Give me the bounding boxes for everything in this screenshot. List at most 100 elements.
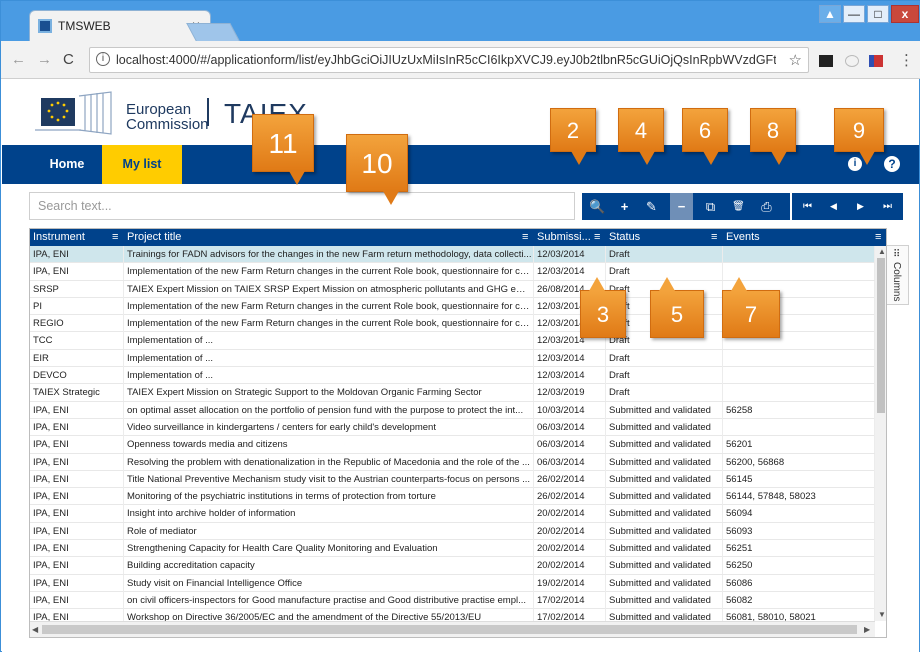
info-icon[interactable]: i [96, 52, 110, 66]
maximize-button[interactable]: □ [867, 5, 889, 23]
address-bar[interactable]: i localhost:4000/#/applicationform/list/… [89, 47, 809, 73]
menu-kebab-icon[interactable]: ⋮ [899, 51, 914, 69]
close-button[interactable]: x [891, 5, 919, 23]
prev-page-icon[interactable]: ◀ [822, 193, 845, 220]
column-header-events[interactable]: Events [723, 229, 875, 246]
cell-events: 56145 [723, 470, 875, 488]
title-bar: TMSWEB × ▲ — □ x [1, 1, 920, 41]
remove-icon[interactable]: − [670, 193, 693, 220]
callout-4: 4 [618, 108, 664, 165]
cell-status: Submitted and validated [606, 574, 723, 592]
table-row[interactable]: IPA, ENI Video surveillance in kindergart… [30, 418, 875, 437]
cell-instrument: TAIEX Strategic [30, 384, 124, 402]
cell-project-title: Building accreditation capacity [124, 557, 534, 575]
page: European Commission TAIEX Home My list i… [2, 80, 919, 652]
cell-instrument: IPA, ENI [30, 263, 124, 281]
table-row[interactable]: IPA, ENI Role of mediator 20/02/2014 Submit… [30, 522, 875, 541]
cell-status: Submitted and validated [606, 401, 723, 419]
cell-instrument: IPA, ENI [30, 470, 124, 488]
table-row[interactable]: EIR Implementation of ... 12/03/2014 Draft [30, 349, 875, 368]
back-arrow-icon[interactable]: ← [11, 51, 26, 68]
cell-project-title: Study visit on Financial Intelligence Of… [124, 574, 534, 592]
add-icon[interactable]: + [613, 193, 636, 220]
european-commission-logo [35, 91, 112, 135]
browser-tab[interactable]: TMSWEB × [29, 10, 211, 41]
cell-instrument: IPA, ENI [30, 557, 124, 575]
new-tab-button[interactable] [186, 23, 240, 41]
column-header-instrument[interactable]: Instrument [30, 229, 124, 246]
delete-icon[interactable]: 🗑 [727, 193, 750, 220]
scroll-down-icon[interactable]: ▼ [878, 610, 886, 619]
table-row[interactable]: IPA, ENI Strengthening Capacity for Healt… [30, 540, 875, 558]
cell-status: Submitted and validated [606, 522, 723, 540]
cell-instrument: IPA, ENI [30, 591, 124, 609]
tab-title: TMSWEB [58, 19, 111, 33]
callout-7: 7 [722, 277, 780, 338]
scroll-thumb[interactable] [42, 625, 857, 634]
help-icon[interactable]: ? [884, 156, 900, 172]
column-menu-icon[interactable]: ≡ [112, 229, 118, 246]
table-row[interactable]: IPA, ENI on civil officers-inspectors for… [30, 591, 875, 610]
cell-events: 56201 [723, 436, 875, 454]
cell-submission-date: 20/02/2014 [534, 557, 606, 575]
copy-icon[interactable]: ⧉ [699, 193, 722, 220]
table-row[interactable]: IPA, ENI Implementation of the new Farm R… [30, 263, 875, 281]
column-header-status[interactable]: Status [606, 229, 723, 246]
table-row[interactable]: IPA, ENI on optimal asset allocation on t… [30, 401, 875, 419]
nav-home[interactable]: Home [32, 145, 102, 184]
scroll-up-icon[interactable]: ▲ [878, 247, 886, 256]
table-row[interactable]: TAIEX Strategic TAIEX Expert Mission on S… [30, 384, 875, 402]
vertical-scrollbar[interactable]: ▲ ▼ [875, 246, 886, 621]
edit-icon[interactable]: ✎ [640, 193, 663, 220]
print-icon[interactable]: ⎙ [755, 193, 778, 220]
table-row[interactable]: IPA, ENI Study visit on Financial Intelli… [30, 574, 875, 592]
table-row[interactable]: IPA, ENI Insight into archive holder of i… [30, 505, 875, 523]
extension-icon[interactable] [845, 55, 859, 67]
reload-icon[interactable]: C [63, 51, 74, 68]
search-icon[interactable]: 🔍 [586, 193, 609, 220]
table-row[interactable]: IPA, ENI Title National Preventive Mechan… [30, 470, 875, 489]
scroll-left-icon[interactable]: ◀ [32, 625, 38, 634]
first-page-icon[interactable]: ⏮ [796, 193, 819, 220]
cell-submission-date: 10/03/2014 [534, 401, 606, 419]
cell-project-title: Implementation of the new Farm Return ch… [124, 315, 534, 333]
horizontal-scrollbar[interactable]: ◀ ▶ [30, 621, 875, 637]
table-row[interactable]: IPA, ENI Openness towards media and citiz… [30, 436, 875, 454]
table-row[interactable]: IPA, ENI Building accreditation capacity 2… [30, 557, 875, 575]
last-page-icon[interactable]: ⏭ [876, 193, 899, 220]
table-row[interactable]: IPA, ENI Monitoring of the psychiatric in… [30, 488, 875, 506]
bookmark-star-icon[interactable]: ☆ [789, 51, 802, 69]
column-menu-icon[interactable]: ≡ [711, 229, 717, 246]
next-page-icon[interactable]: ▶ [849, 193, 872, 220]
minimize-button[interactable]: — [843, 5, 865, 23]
cell-events: 56094 [723, 505, 875, 523]
cell-events [723, 349, 875, 367]
cell-instrument: TCC [30, 332, 124, 350]
browser-window: TMSWEB × ▲ — □ x ← → C i localhost:4000/… [0, 0, 920, 652]
callout-3: 3 [580, 277, 626, 338]
cell-instrument: EIR [30, 349, 124, 367]
scroll-thumb[interactable] [877, 258, 885, 413]
profile-icon[interactable]: ▲ [819, 5, 841, 23]
columns-panel-toggle[interactable]: ⠿ Columns [887, 245, 909, 305]
cell-project-title: Video surveillance in kindergartens / ce… [124, 418, 534, 436]
table-row[interactable]: IPA, ENI Trainings for FADN advisors for … [30, 246, 875, 264]
cell-submission-date: 12/03/2014 [534, 246, 606, 263]
column-menu-icon[interactable]: ≡ [594, 229, 600, 246]
column-menu-icon[interactable]: ≡ [522, 229, 528, 246]
column-header-project-title[interactable]: Project title [124, 229, 534, 246]
callout-5: 5 [650, 277, 704, 338]
table-row[interactable]: IPA, ENI Resolving the problem with denat… [30, 453, 875, 471]
forward-arrow-icon[interactable]: → [37, 51, 52, 68]
cell-status: Submitted and validated [606, 453, 723, 471]
extension-icon[interactable] [819, 55, 833, 67]
cell-status: Submitted and validated [606, 540, 723, 558]
column-menu-icon[interactable]: ≡ [875, 229, 881, 246]
nav-my-list[interactable]: My list [102, 145, 182, 184]
extension-icon[interactable] [869, 55, 883, 67]
url-text[interactable]: localhost:4000/#/applicationform/list/ey… [116, 53, 776, 67]
table-row[interactable]: DEVCO Implementation of ... 12/03/2014 Draf… [30, 367, 875, 385]
search-input[interactable] [30, 193, 574, 219]
cell-events: 56200, 56868 [723, 453, 875, 471]
scroll-right-icon[interactable]: ▶ [864, 625, 870, 634]
